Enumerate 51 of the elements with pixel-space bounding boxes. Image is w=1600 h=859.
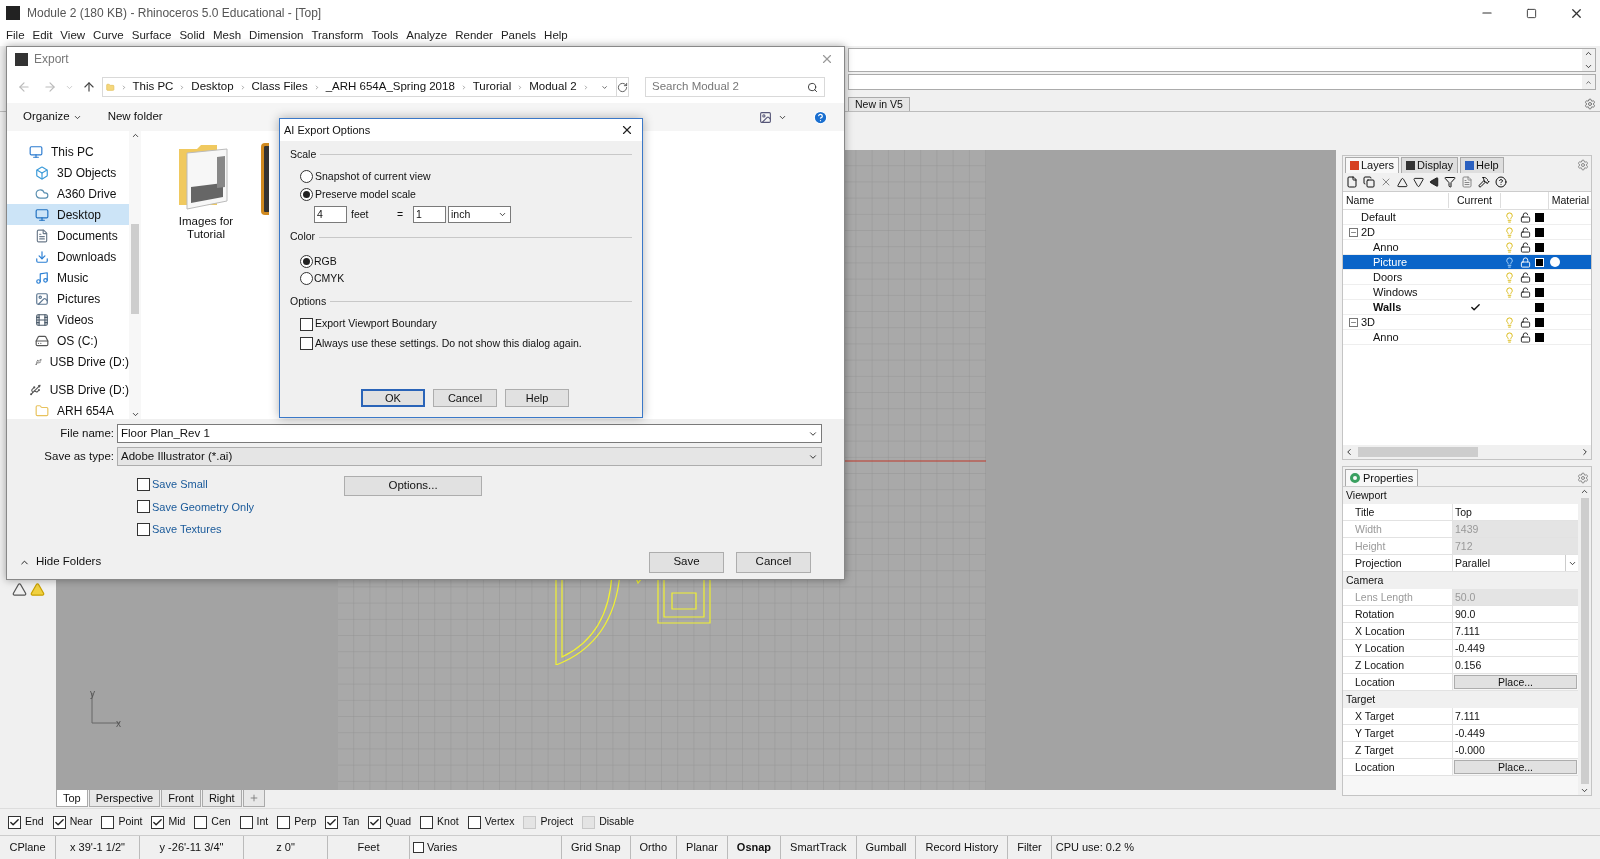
status-cell: CPlane (0, 836, 56, 859)
window-title: Module 2 (180 KB) - Rhinoceros 5.0 Educational - [Top] (27, 5, 323, 22)
status-cell: z 0" (244, 836, 328, 859)
osnap-label: Point (118, 814, 143, 830)
property-label: Z Target (1343, 742, 1453, 758)
field-label: Save as type: (43, 448, 115, 464)
osnap-label: Project (540, 814, 574, 830)
osnap-label: Disable (599, 814, 635, 830)
property-label: X Location (1343, 623, 1453, 639)
property-value: 712 (1453, 538, 1578, 554)
dialog-title: Export (34, 51, 70, 68)
property-label: Z Location (1343, 657, 1453, 673)
property-label: Lens Length (1343, 589, 1453, 605)
property-value: 50.0 (1453, 589, 1578, 605)
property-value: 1439 (1453, 521, 1578, 537)
unit-label: feet (351, 206, 370, 222)
property-label: Y Location (1343, 640, 1453, 656)
osnap-label: Cen (211, 814, 231, 830)
osnap-label: Vertex (484, 814, 515, 830)
osnap-label: Perp (294, 814, 317, 830)
osnap-label: Tan (342, 814, 360, 830)
section-title: Scale (290, 147, 317, 162)
section-header: Target (1343, 691, 1578, 708)
cpu-usage: CPU use: 0.2 % (1054, 840, 1134, 856)
status-cell: y -26'-11 3/4" (140, 836, 244, 859)
osnap-label: End (25, 814, 44, 830)
section-title: Color (290, 229, 316, 245)
section-header: Viewport (1343, 487, 1578, 504)
axis-label: x (116, 717, 121, 731)
dialog-title: AI Export Options (283, 122, 372, 138)
section-title: Options (290, 293, 327, 309)
property-label: Height (1343, 538, 1453, 554)
property-label: Width (1343, 521, 1453, 537)
property-label: Y Target (1343, 725, 1453, 741)
osnap-label: Mid (168, 814, 186, 830)
osnap-label: Quad (385, 814, 412, 830)
osnap-label: Int (256, 814, 269, 830)
status-cell: x 39'-1 1/2" (56, 836, 140, 859)
property-label: Rotation (1343, 606, 1453, 622)
property-label: X Target (1343, 708, 1453, 724)
osnap-label: Knot (437, 814, 459, 830)
field-label: File name: (59, 425, 115, 441)
osnap-label: Near (69, 814, 93, 830)
property-label: Location (1343, 674, 1453, 690)
section-header: Camera (1343, 572, 1578, 589)
axis-label: y (90, 687, 95, 701)
property-label: Title (1343, 504, 1453, 520)
property-label: Location (1343, 759, 1453, 775)
status-cell: Feet (328, 836, 410, 859)
equals-sign: = (397, 206, 405, 222)
property-label: Projection (1343, 555, 1453, 571)
